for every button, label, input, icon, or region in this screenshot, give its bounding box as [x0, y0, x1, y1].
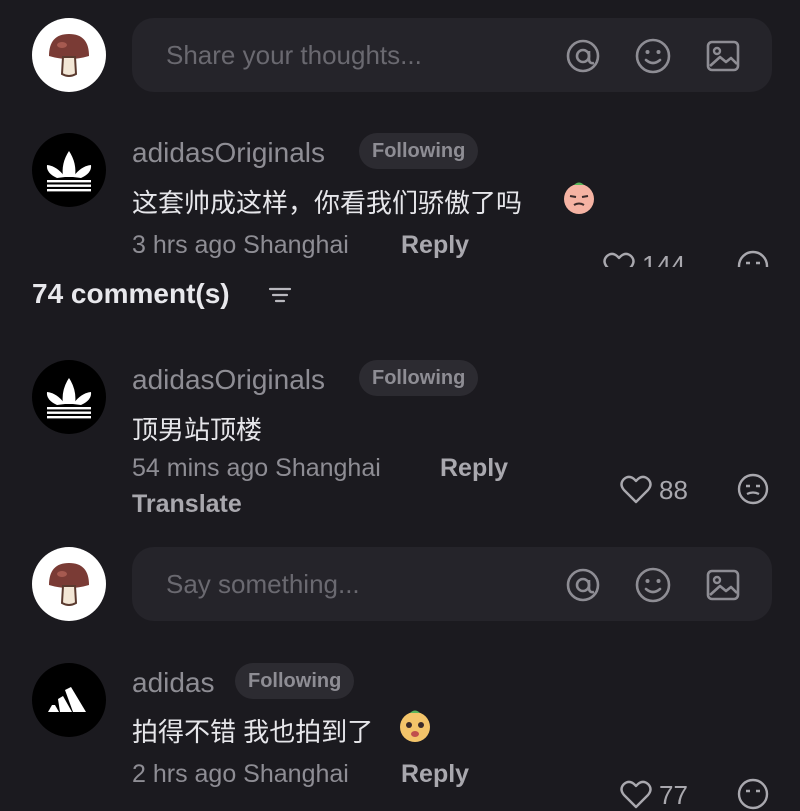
adidas-originals-avatar[interactable]: [32, 133, 106, 207]
at-sign-icon[interactable]: [564, 566, 602, 604]
comment-username[interactable]: adidasOriginals: [132, 364, 325, 396]
smiley-icon[interactable]: [634, 37, 672, 75]
reply-input-placeholder[interactable]: Say something...: [166, 569, 360, 600]
mushroom-avatar-icon: [49, 34, 89, 77]
like-count: 77: [659, 780, 688, 810]
mushroom-avatar-icon: [49, 563, 89, 606]
comment-text: 拍得不错 我也拍到了: [132, 717, 374, 747]
comment-text: 这套帅成这样，你看我们骄傲了吗: [132, 188, 523, 218]
smug-sticker-icon: [564, 182, 594, 214]
comment-username[interactable]: adidas: [132, 667, 215, 699]
comment-meta: 3 hrs ago Shanghai: [132, 231, 349, 259]
adidas-originals-avatar[interactable]: [32, 360, 106, 434]
comment-count: 74 comment(s): [32, 278, 230, 309]
trefoil-logo-icon: [46, 151, 92, 192]
translate-button[interactable]: Translate: [132, 490, 242, 519]
comment-meta: 2 hrs ago Shanghai: [132, 760, 349, 788]
comment-meta: 54 mins ago Shanghai: [132, 454, 381, 482]
following-badge[interactable]: Following: [359, 133, 479, 169]
like-count: 88: [659, 475, 688, 505]
reply-button[interactable]: Reply: [401, 760, 469, 789]
trefoil-logo-icon: [46, 378, 92, 419]
heart-icon[interactable]: [619, 473, 653, 505]
image-icon[interactable]: [704, 566, 742, 604]
comment-input-placeholder[interactable]: Share your thoughts...: [166, 40, 422, 71]
pinned-actions-clipped: 144: [590, 240, 770, 267]
dislike-face-icon[interactable]: [736, 472, 770, 506]
comment-text: 顶男站顶楼: [132, 415, 263, 445]
heart-icon[interactable]: [602, 250, 636, 267]
heart-icon[interactable]: [619, 778, 653, 810]
adidas-avatar[interactable]: [32, 663, 106, 737]
sort-icon[interactable]: [268, 285, 292, 305]
dislike-face-icon[interactable]: [736, 249, 770, 267]
reply-input-bar[interactable]: Say something...: [132, 547, 772, 621]
my-avatar[interactable]: [32, 18, 106, 92]
image-icon[interactable]: [704, 37, 742, 75]
three-bars-logo-icon: [48, 687, 86, 712]
like-count: 144: [642, 250, 686, 267]
reply-button[interactable]: Reply: [440, 454, 508, 483]
cute-sticker-icon: [400, 710, 430, 742]
comment-input-bar[interactable]: Share your thoughts...: [132, 18, 772, 92]
dislike-face-icon[interactable]: [736, 777, 770, 811]
my-avatar[interactable]: [32, 547, 106, 621]
at-sign-icon[interactable]: [564, 37, 602, 75]
comment-username[interactable]: adidasOriginals: [132, 137, 325, 169]
smiley-icon[interactable]: [634, 566, 672, 604]
following-badge[interactable]: Following: [235, 663, 355, 699]
following-badge[interactable]: Following: [359, 360, 479, 396]
reply-button[interactable]: Reply: [401, 231, 469, 260]
